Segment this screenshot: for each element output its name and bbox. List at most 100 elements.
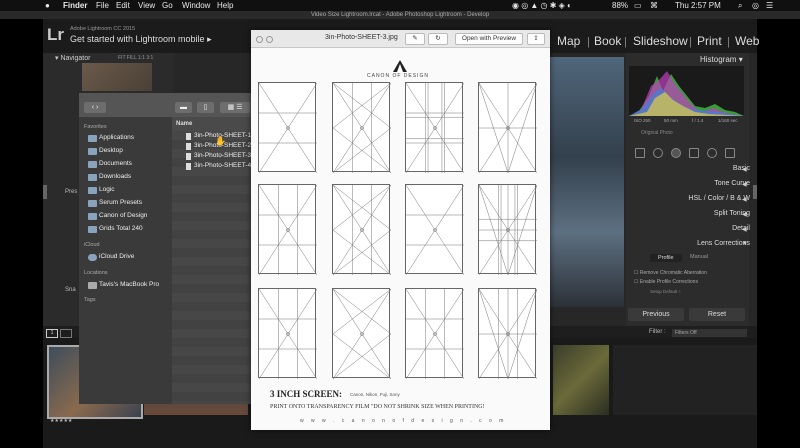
open-with-preview-button[interactable]: Open with Preview bbox=[455, 33, 523, 45]
checkbox-icon[interactable]: ☐ bbox=[634, 270, 638, 276]
presets-header[interactable]: Pres bbox=[65, 189, 77, 195]
sidebar-item-icloud-drive[interactable]: iCloud Drive bbox=[99, 253, 134, 260]
checkbox-icon[interactable]: ☐ bbox=[634, 279, 638, 285]
main-photo[interactable] bbox=[548, 57, 624, 307]
documents-icon bbox=[88, 161, 97, 168]
navigator-header[interactable]: ▾ Navigator bbox=[55, 54, 90, 62]
folder-icon[interactable]: ▬ bbox=[175, 102, 192, 113]
tool-strip bbox=[629, 146, 744, 158]
rotate-icon[interactable]: ↻ bbox=[428, 33, 448, 45]
folder-icon bbox=[88, 187, 97, 194]
right-panel-toggle[interactable] bbox=[753, 185, 757, 199]
second-window-button[interactable] bbox=[60, 329, 72, 338]
close-icon[interactable] bbox=[256, 36, 263, 43]
sidebar-item-downloads[interactable]: Downloads bbox=[99, 173, 131, 180]
menu-view[interactable]: View bbox=[138, 0, 155, 11]
chromatic-aberration-option[interactable]: ☐ Remove Chromatic Aberration bbox=[634, 270, 707, 276]
panel-hsl[interactable]: HSL / Color / B & W bbox=[688, 195, 750, 202]
back-forward-buttons[interactable]: ‹ › bbox=[84, 102, 106, 113]
file-icon bbox=[186, 163, 191, 170]
fullscreen-icon[interactable] bbox=[266, 36, 273, 43]
notification-icon[interactable]: ☰ bbox=[766, 0, 773, 11]
menu-go[interactable]: Go bbox=[162, 0, 173, 11]
filmstrip-thumb[interactable] bbox=[613, 345, 757, 415]
laptop-icon bbox=[88, 282, 97, 289]
module-print[interactable]: Print bbox=[697, 34, 722, 48]
triangle-icon: ▼ bbox=[742, 241, 748, 247]
trash-icon[interactable]: ▯ bbox=[197, 102, 214, 113]
filmstrip-page-button[interactable]: 1 bbox=[46, 329, 58, 338]
module-slideshow[interactable]: Slideshow bbox=[633, 34, 688, 48]
histogram[interactable] bbox=[629, 66, 744, 116]
filter-select[interactable]: Filters Off bbox=[672, 329, 747, 337]
module-web[interactable]: Web bbox=[735, 34, 759, 48]
spotlight-icon[interactable]: ⌕ bbox=[738, 0, 742, 11]
brush-icon[interactable] bbox=[725, 148, 735, 158]
markup-icon[interactable]: ✎ bbox=[405, 33, 425, 45]
menu-file[interactable]: File bbox=[96, 0, 109, 11]
filmstrip-thumb[interactable] bbox=[553, 345, 609, 415]
previous-button[interactable]: Previous bbox=[628, 308, 684, 321]
original-photo-toggle[interactable]: Original Photo bbox=[641, 130, 673, 136]
apple-icon[interactable]: ● bbox=[45, 0, 50, 11]
input-icon[interactable]: ⌘ bbox=[650, 0, 658, 11]
battery-percent[interactable]: 88% bbox=[612, 0, 628, 11]
play-icon: ▸ bbox=[207, 34, 212, 44]
module-book[interactable]: Book bbox=[594, 34, 621, 48]
clock[interactable]: Thu 2:57 PM bbox=[675, 0, 721, 11]
menu-edit[interactable]: Edit bbox=[116, 0, 130, 11]
exif-shutter: 1/160 sec bbox=[718, 118, 738, 123]
share-icon[interactable]: ⇪ bbox=[527, 33, 545, 45]
profile-corrections-option[interactable]: ☐ Enable Profile Corrections bbox=[634, 279, 698, 285]
left-panel-toggle[interactable] bbox=[43, 185, 47, 199]
crop-icon[interactable] bbox=[635, 148, 645, 158]
menu-app-name[interactable]: Finder bbox=[63, 0, 87, 11]
graduated-filter-icon[interactable] bbox=[689, 148, 699, 158]
file-icon bbox=[186, 143, 191, 150]
cloud-icon bbox=[88, 254, 97, 261]
status-icons[interactable]: ◉ ◎ ▲ ◷ ✱ ◈ ◐ bbox=[512, 0, 572, 11]
file-item[interactable]: 3in-Photo-SHEET-4 bbox=[194, 162, 251, 169]
histogram-graph bbox=[629, 71, 744, 116]
sidebar-item-applications[interactable]: Applications bbox=[99, 134, 134, 141]
lr-mobile-link[interactable]: Get started with Lightroom mobile ▸ bbox=[70, 34, 212, 45]
triangle-icon: ◀ bbox=[742, 167, 747, 173]
sidebar-item-grids-total[interactable]: Grids Total 240 bbox=[99, 225, 143, 232]
spot-removal-icon[interactable] bbox=[653, 148, 663, 158]
module-map[interactable]: Map bbox=[557, 34, 580, 48]
battery-icon[interactable]: ▭ bbox=[634, 0, 642, 11]
tab-manual[interactable]: Manual bbox=[690, 254, 708, 260]
composition-grid-card bbox=[332, 82, 391, 173]
profile-corrections-label: Enable Profile Corrections bbox=[639, 279, 698, 285]
radial-filter-icon[interactable] bbox=[707, 148, 717, 158]
setup-select[interactable]: Setup Default ÷ bbox=[650, 289, 681, 294]
menu-help[interactable]: Help bbox=[217, 0, 233, 11]
histogram-header[interactable]: Histogram ▾ bbox=[700, 55, 743, 64]
composition-grid-card bbox=[258, 184, 317, 275]
triangle-icon: ▾ bbox=[55, 55, 59, 62]
window-title: Video Size Lightroom.lrcat - Adobe Photo… bbox=[0, 11, 800, 19]
file-item[interactable]: 3in-Photo-SHEET-3 bbox=[194, 152, 251, 159]
navigator-zoom-options[interactable]: FIT FILL 1:1 3:1 bbox=[118, 55, 153, 61]
red-eye-icon[interactable] bbox=[671, 148, 681, 158]
siri-icon[interactable]: ◎ bbox=[752, 0, 759, 11]
sidebar-item-canon-of-design[interactable]: Canon of Design bbox=[99, 212, 147, 219]
sidebar-item-desktop[interactable]: Desktop bbox=[99, 147, 123, 154]
triangle-icon: ▾ bbox=[738, 55, 743, 64]
reset-button[interactable]: Reset bbox=[689, 308, 745, 321]
sidebar-item-logic[interactable]: Logic bbox=[99, 186, 115, 193]
navigator-preview[interactable] bbox=[82, 63, 152, 91]
sidebar-item-documents[interactable]: Documents bbox=[99, 160, 132, 167]
snapshots-header[interactable]: Sna bbox=[65, 287, 76, 293]
tab-profile[interactable]: Profile bbox=[650, 254, 682, 262]
composition-grid-card bbox=[405, 82, 464, 173]
menu-window[interactable]: Window bbox=[182, 0, 210, 11]
column-header-name[interactable]: Name bbox=[176, 121, 192, 127]
sidebar-item-macbook[interactable]: Tavis's MacBook Pro bbox=[99, 281, 159, 288]
sidebar-item-serum-presets[interactable]: Serum Presets bbox=[99, 199, 142, 206]
file-list bbox=[172, 131, 251, 404]
view-toggle-icon[interactable]: ▦ ☰ bbox=[220, 102, 250, 113]
composition-grid-card bbox=[332, 288, 391, 379]
folder-icon bbox=[88, 200, 97, 207]
module-divider: | bbox=[587, 36, 590, 48]
